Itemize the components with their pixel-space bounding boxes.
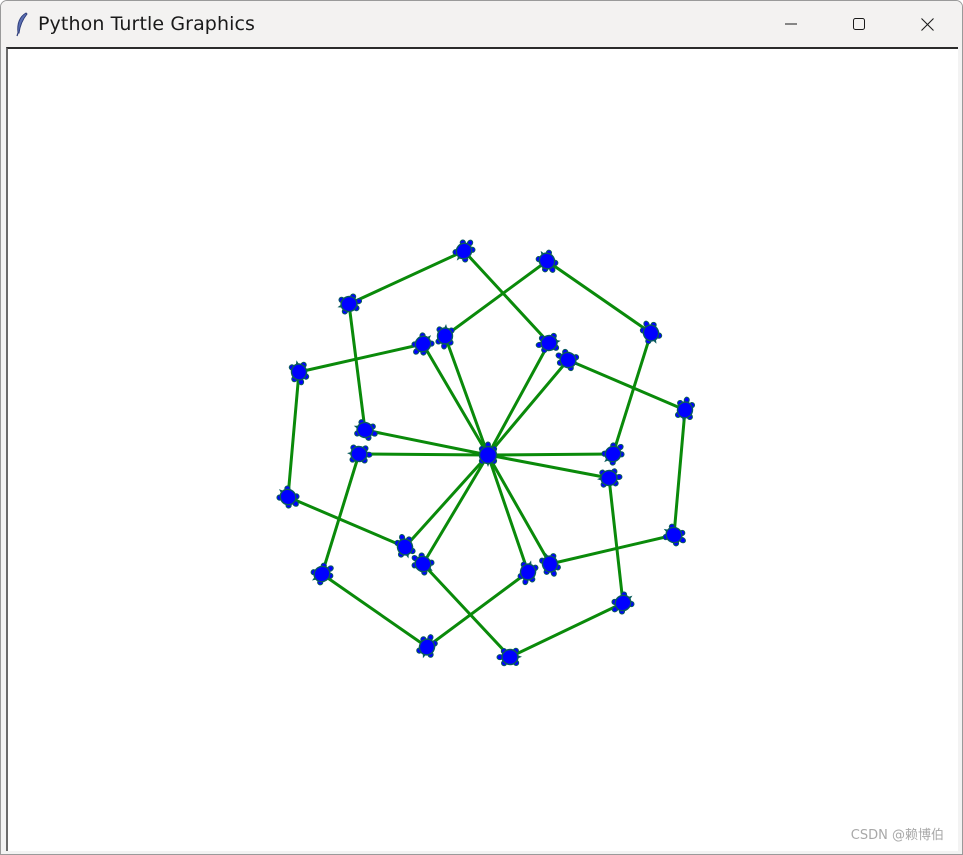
turtle-stamp bbox=[416, 634, 438, 659]
line-segment bbox=[403, 453, 490, 549]
turtle-stamp bbox=[597, 468, 623, 488]
line-segment bbox=[607, 476, 625, 605]
turtle-stamp bbox=[535, 249, 559, 273]
minimize-icon bbox=[785, 23, 797, 25]
line-segment bbox=[548, 533, 676, 566]
line-segment bbox=[545, 259, 653, 335]
line-segment bbox=[486, 453, 611, 480]
turtle-stamp bbox=[347, 444, 373, 464]
turtle-stamp bbox=[662, 523, 686, 547]
turtle-stamp bbox=[310, 562, 334, 586]
turtle-stamp bbox=[539, 552, 561, 577]
watermark-text: CSDN @赖博伯 bbox=[850, 828, 944, 843]
turtle-stamp bbox=[353, 419, 378, 441]
line-segment bbox=[357, 452, 490, 457]
turtle-canvas[interactable]: CSDN @赖博伯 bbox=[6, 47, 958, 851]
turtle-stamp bbox=[411, 332, 435, 356]
line-segment bbox=[672, 408, 687, 537]
turtle-stamp bbox=[601, 442, 625, 466]
title-bar[interactable]: Python Turtle Graphics bbox=[1, 1, 962, 47]
turtle-stamp bbox=[435, 324, 455, 350]
line-segment bbox=[297, 342, 425, 374]
line-segment bbox=[286, 370, 301, 499]
line-segment bbox=[320, 572, 429, 649]
window-title: Python Turtle Graphics bbox=[38, 13, 256, 35]
line-segment bbox=[347, 249, 466, 306]
maximize-icon bbox=[853, 18, 865, 30]
line-segment bbox=[286, 495, 407, 549]
turtle-stamp bbox=[535, 332, 561, 354]
turtle-stamp bbox=[496, 647, 522, 667]
line-segment bbox=[486, 341, 551, 457]
turtle-stamp bbox=[288, 360, 310, 386]
turtle-stamp bbox=[517, 560, 539, 586]
line-segment bbox=[508, 601, 625, 659]
close-button[interactable] bbox=[893, 1, 961, 47]
turtle-stamp bbox=[611, 591, 635, 615]
line-segment bbox=[566, 358, 687, 412]
minimize-button[interactable] bbox=[757, 1, 825, 47]
turtle-stamp bbox=[337, 293, 363, 315]
turtle-stamps bbox=[276, 239, 696, 667]
turtle-stamp bbox=[276, 485, 300, 509]
feather-icon bbox=[16, 12, 28, 37]
turtle-stamp bbox=[639, 320, 663, 345]
line-segment bbox=[363, 428, 490, 457]
line-segment bbox=[347, 302, 367, 432]
line-segment bbox=[486, 452, 615, 457]
line-segment bbox=[486, 358, 570, 457]
turtle-window: Python Turtle Graphics CSDN @赖博伯 bbox=[0, 0, 963, 855]
line-segment bbox=[421, 453, 490, 566]
turtle-drawing bbox=[276, 239, 696, 667]
line-segment bbox=[462, 249, 551, 345]
close-icon bbox=[920, 17, 934, 31]
maximize-button[interactable] bbox=[825, 1, 893, 47]
